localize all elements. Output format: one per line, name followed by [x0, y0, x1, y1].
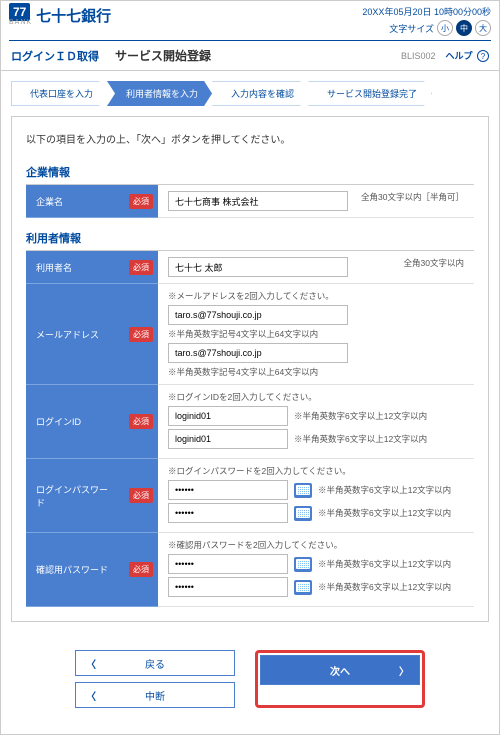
hint-cpw-2: ※半角英数字6文字以上12文字以内 — [318, 581, 451, 593]
login-id-input-1[interactable] — [168, 406, 288, 426]
hint-cpw-1: ※半角英数字6文字以上12文字以内 — [318, 558, 451, 570]
next-button-label: 次へ — [330, 663, 350, 678]
hint-login-1: ※半角英数字6文字以上12文字以内 — [294, 410, 427, 422]
login-pw-input-1[interactable] — [168, 480, 288, 500]
required-badge: 必須 — [129, 562, 153, 577]
label-user-name: 利用者名 — [26, 251, 124, 284]
hint-login-top: ※ログインIDを2回入力してください。 — [168, 391, 464, 403]
help-label: ヘルプ — [445, 51, 472, 61]
hint-mail-1: ※半角英数字記号4文字以上64文字以内 — [168, 328, 464, 340]
required-badge: 必須 — [129, 414, 153, 429]
software-keyboard-icon[interactable] — [294, 557, 312, 572]
confirm-pw-input-1[interactable] — [168, 554, 288, 574]
required-badge: 必須 — [129, 194, 153, 209]
page-category: ログインＩＤ取得 — [11, 48, 99, 64]
cancel-button-label: 中断 — [145, 688, 165, 703]
login-id-input-2[interactable] — [168, 429, 288, 449]
hint-company: 全角30文字以内［半角可］ — [361, 191, 464, 203]
step-2: 利用者情報を入力 — [107, 81, 212, 106]
mail-input-2[interactable] — [168, 343, 348, 363]
login-pw-input-2[interactable] — [168, 503, 288, 523]
section-user-title: 利用者情報 — [26, 230, 474, 251]
step-1: 代表口座を入力 — [11, 81, 107, 106]
company-name-input[interactable] — [168, 191, 348, 211]
hint-lpw-1: ※半角英数字6文字以上12文字以内 — [318, 484, 451, 496]
cancel-button[interactable]: 〈 中断 — [75, 682, 235, 708]
page-title: サービス開始登録 — [115, 47, 211, 64]
label-confirm-pw: 確認用パスワード — [26, 533, 124, 607]
font-size-medium-button[interactable]: 中 — [456, 20, 472, 36]
step-indicator: 代表口座を入力 利用者情報を入力 入力内容を確認 サービス開始登録完了 — [1, 71, 499, 116]
required-badge: 必須 — [129, 488, 153, 503]
hint-mail-2: ※半角英数字記号4文字以上64文字以内 — [168, 366, 464, 378]
required-badge: 必須 — [129, 327, 153, 342]
chevron-left-icon: 〈 — [86, 688, 96, 703]
back-button[interactable]: 〈 戻る — [75, 650, 235, 676]
confirm-pw-input-2[interactable] — [168, 577, 288, 597]
user-name-input[interactable] — [168, 257, 348, 277]
screen-code: BLIS002 — [401, 51, 436, 61]
step-4: サービス開始登録完了 — [308, 81, 432, 106]
help-link[interactable]: ヘルプ ? — [445, 49, 489, 63]
bank-logo: 77 BANK 七十七銀行 — [9, 5, 111, 26]
next-button[interactable]: 次へ 〉 — [260, 655, 420, 685]
section-company-title: 企業情報 — [26, 164, 474, 185]
hint-user: 全角30文字以内 — [404, 257, 464, 269]
instruction-text: 以下の項目を入力の上、「次へ」ボタンを押してください。 — [26, 131, 474, 146]
hint-lpw-top: ※ログインパスワードを2回入力してください。 — [168, 465, 464, 477]
mail-input-1[interactable] — [168, 305, 348, 325]
label-mail: メールアドレス — [26, 284, 124, 385]
step-3: 入力内容を確認 — [212, 81, 308, 106]
chevron-right-icon: 〉 — [399, 663, 409, 678]
back-button-label: 戻る — [145, 656, 165, 671]
label-login-pw: ログインパスワード — [26, 459, 124, 533]
hint-lpw-2: ※半角英数字6文字以上12文字以内 — [318, 507, 451, 519]
help-icon: ? — [477, 50, 489, 62]
software-keyboard-icon[interactable] — [294, 483, 312, 498]
hint-mail-top: ※メールアドレスを2回入力してください。 — [168, 290, 464, 302]
hint-cpw-top: ※確認用パスワードを2回入力してください。 — [168, 539, 464, 551]
font-size-small-button[interactable]: 小 — [437, 20, 453, 36]
hint-login-2: ※半角英数字6文字以上12文字以内 — [294, 433, 427, 445]
software-keyboard-icon[interactable] — [294, 580, 312, 595]
chevron-left-icon: 〈 — [86, 656, 96, 671]
font-size-label: 文字サイズ — [389, 22, 434, 35]
bank-name: 七十七銀行 — [36, 5, 111, 26]
datetime-label: 20XX年05月20日 10時00分00秒 — [362, 5, 491, 18]
label-login-id: ログインID — [26, 385, 124, 459]
required-badge: 必須 — [129, 260, 153, 275]
logo-sub: BANK — [9, 19, 32, 26]
font-size-large-button[interactable]: 大 — [475, 20, 491, 36]
software-keyboard-icon[interactable] — [294, 506, 312, 521]
label-company-name: 企業名 — [26, 185, 124, 218]
